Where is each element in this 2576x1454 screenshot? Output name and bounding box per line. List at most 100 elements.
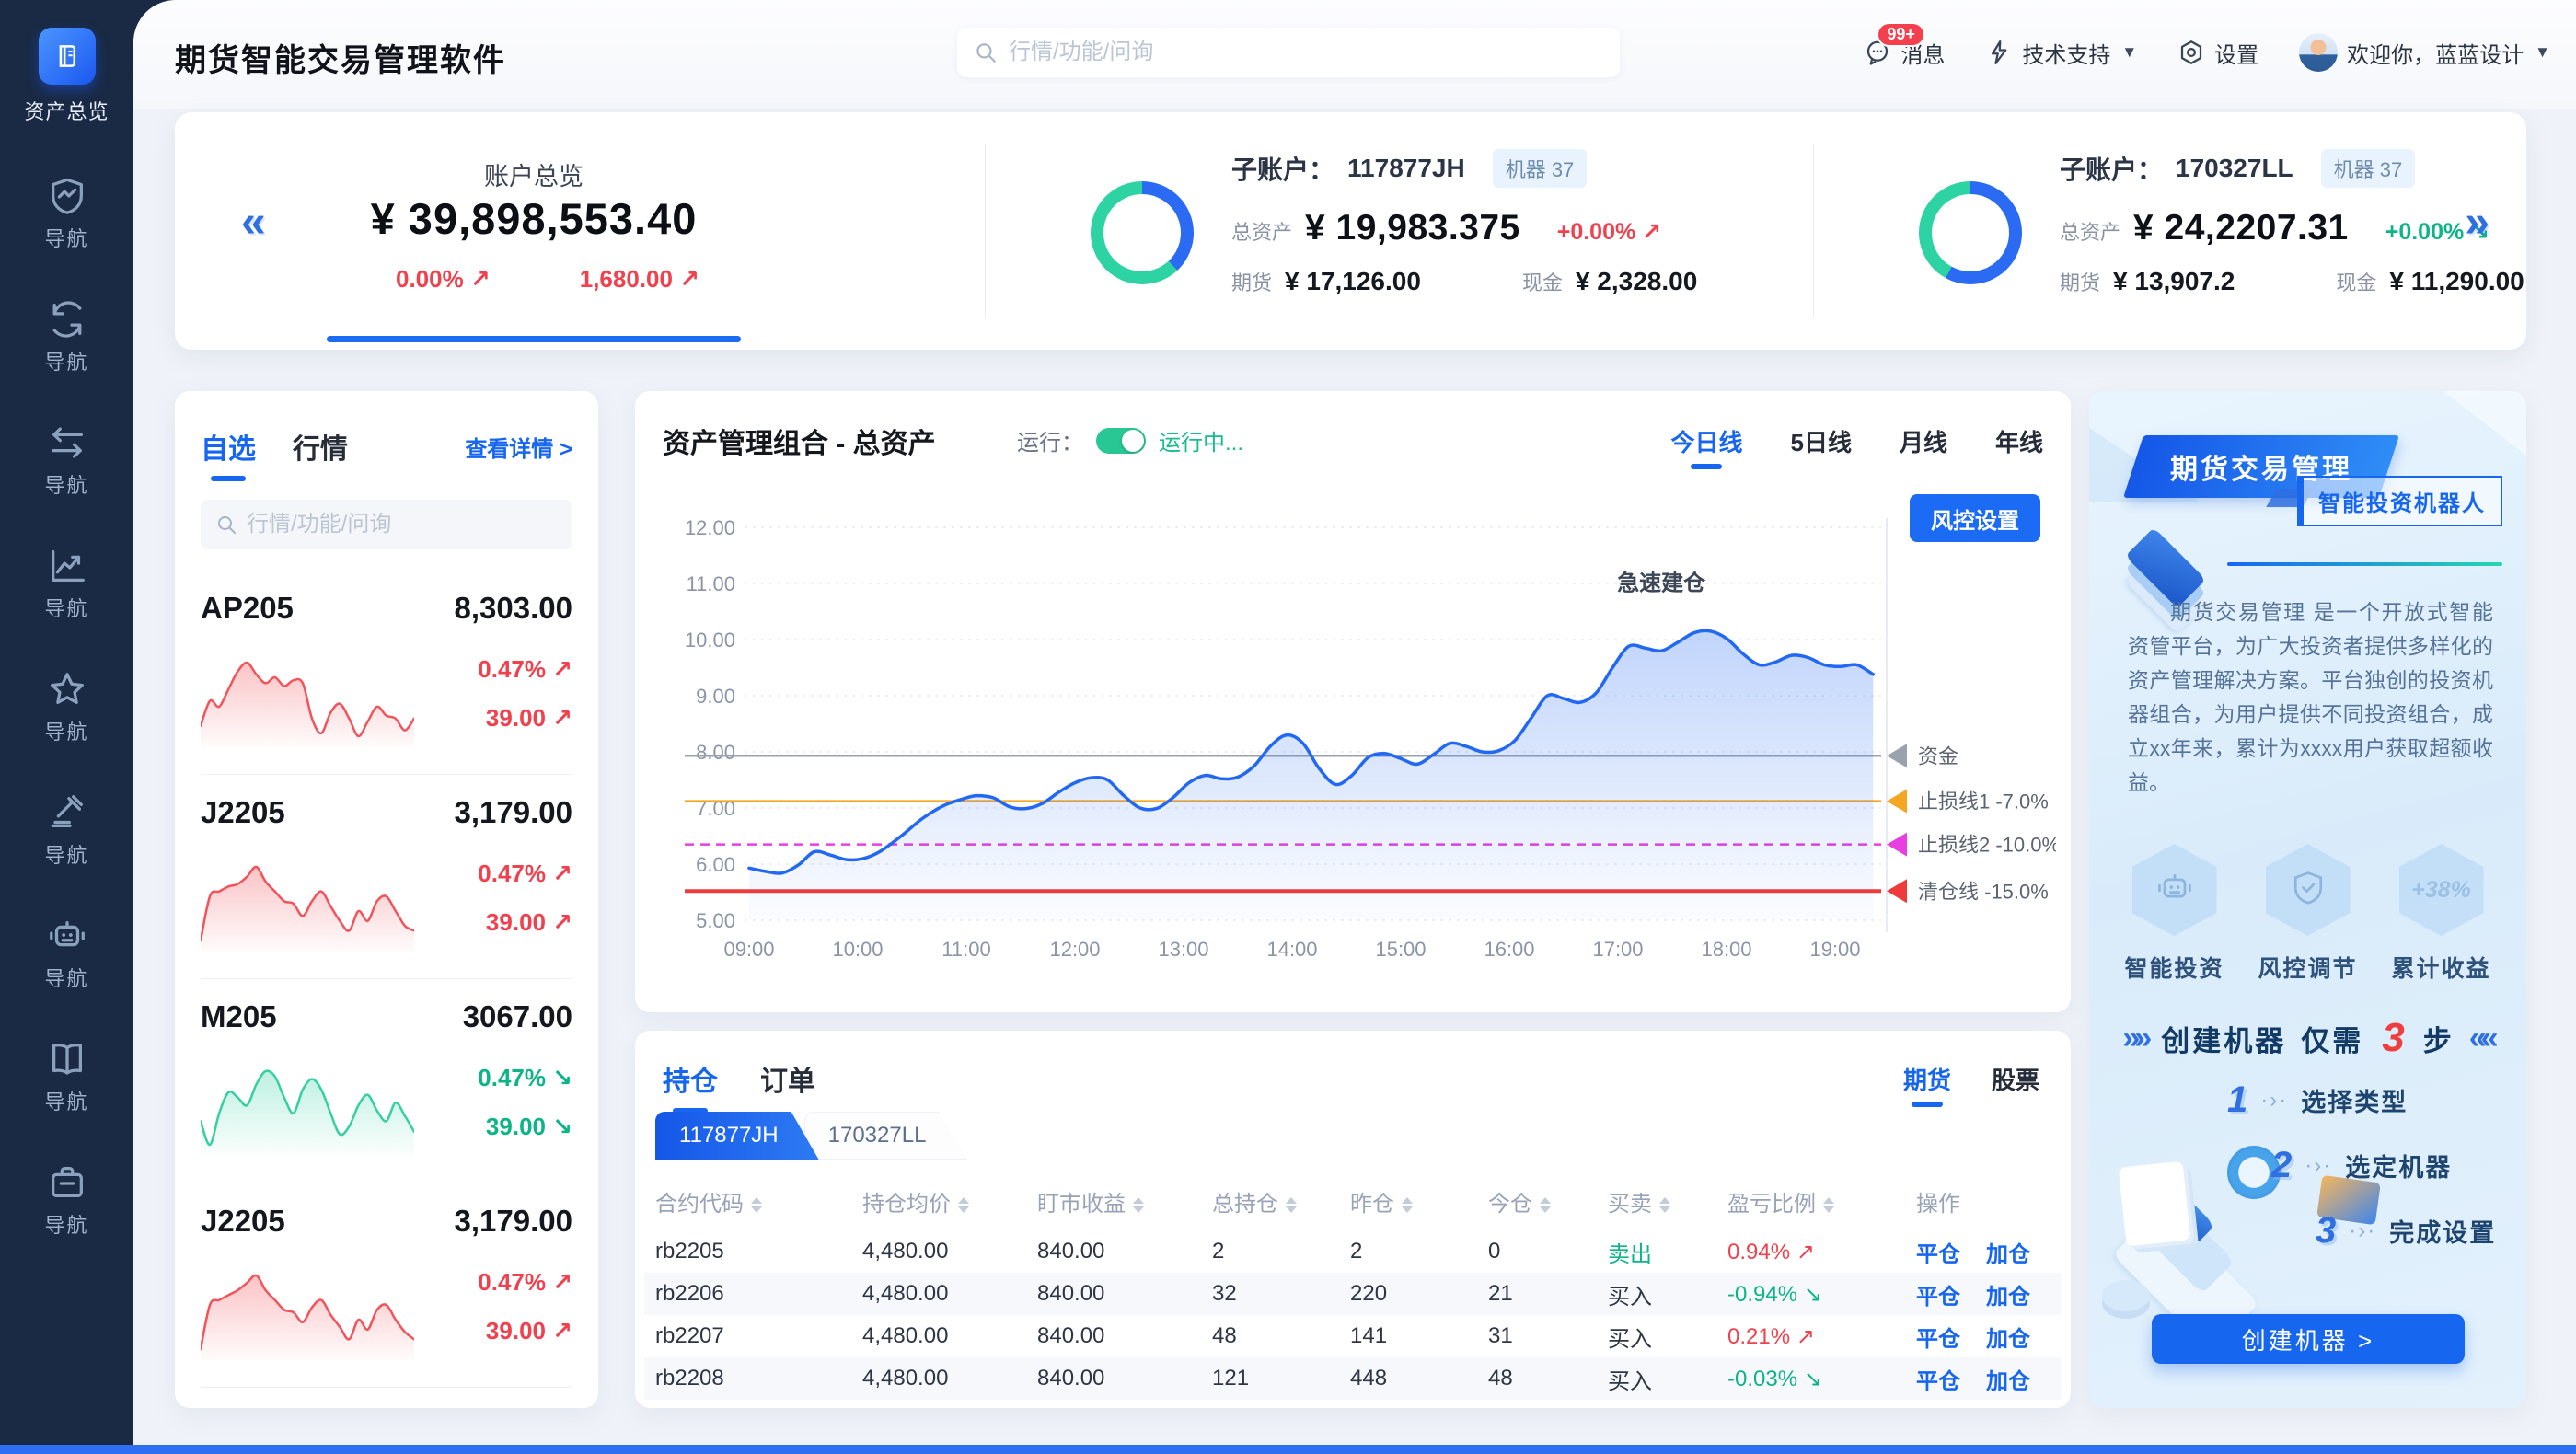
table-row[interactable]: rb22084,480.00840.0012144848买入-0.03% ↘平仓… [644, 1357, 2062, 1400]
sidebar-item-6[interactable]: 导航 [0, 791, 133, 869]
tab-futures[interactable]: 期货 [1903, 1062, 1951, 1096]
column-header[interactable]: 盈亏比例 [1716, 1178, 1905, 1230]
feature-label: 风控调节 [2258, 951, 2357, 984]
column-header[interactable]: 昨仓 [1339, 1178, 1477, 1230]
watchlist-item[interactable]: AP2058,303.000.47% ↗39.00 ↗ [201, 571, 572, 775]
unread-badge: 99+ [1877, 22, 1925, 47]
sidebar-item-8[interactable]: 导航 [0, 1038, 133, 1115]
svg-text:17:00: 17:00 [1592, 938, 1643, 961]
account-tab-170327LL[interactable]: 170327LL [804, 1112, 967, 1160]
sort-icon[interactable] [1659, 1197, 1670, 1213]
sidebar-item-4[interactable]: 导航 [0, 545, 133, 622]
close-position-link[interactable]: 平仓 [1916, 1369, 1960, 1394]
add-position-link[interactable]: 加仓 [1986, 1285, 2030, 1310]
sort-icon[interactable] [1823, 1197, 1834, 1213]
watchlist-item[interactable]: J22053,179.000.47% ↗39.00 ↗ [201, 775, 572, 979]
column-header[interactable]: 合约代码 [644, 1178, 851, 1230]
sort-icon[interactable] [1402, 1197, 1413, 1213]
column-header[interactable]: 盯市收益 [1026, 1178, 1201, 1230]
messages-button[interactable]: 99+ 消息 [1864, 37, 1945, 69]
tab-positions[interactable]: 持仓 [663, 1058, 718, 1099]
cash-amount: ¥ 11,290.00 [2389, 267, 2524, 296]
contract-change-value: 39.00 ↗ [486, 1317, 572, 1345]
chart-tab-4[interactable]: 年线 [1995, 424, 2043, 458]
svg-text:6.00: 6.00 [696, 853, 735, 876]
sort-icon[interactable] [958, 1197, 969, 1213]
column-header[interactable]: 总持仓 [1201, 1178, 1339, 1230]
tab-stocks[interactable]: 股票 [1992, 1062, 2039, 1096]
column-header[interactable]: 今仓 [1477, 1178, 1597, 1230]
sidebar-item-3[interactable]: 导航 [0, 421, 133, 499]
add-position-link[interactable]: 加仓 [1986, 1327, 2030, 1352]
column-header[interactable]: 买卖 [1597, 1178, 1716, 1230]
sparkline-chart [201, 644, 414, 751]
carousel-next-icon[interactable]: » [2465, 201, 2489, 245]
cell-code: rb2206 [644, 1273, 851, 1315]
chart-tab-3[interactable]: 月线 [1900, 424, 1947, 458]
tab-quotes[interactable]: 行情 [293, 426, 348, 467]
user-menu[interactable]: 欢迎你，蓝蓝设计 ▼ [2299, 33, 2550, 72]
close-position-link[interactable]: 平仓 [1916, 1285, 1960, 1310]
svg-text:5.00: 5.00 [696, 909, 735, 932]
add-position-link[interactable]: 加仓 [1986, 1369, 2030, 1394]
svg-text:12:00: 12:00 [1049, 938, 1100, 961]
cell-ratio: 0.21% ↗ [1716, 1315, 1905, 1357]
svg-text:止损线1 -7.0%: 止损线1 -7.0% [1918, 790, 2049, 814]
watchlist-search[interactable] [201, 500, 572, 549]
cell-total: 48 [1201, 1315, 1339, 1357]
sidebar-item-9[interactable]: 导航 [0, 1161, 133, 1239]
svg-text:急速建仓: 急速建仓 [1617, 570, 1706, 595]
sidebar-item-2[interactable]: 导航 [0, 298, 133, 375]
app-logo-icon[interactable] [39, 28, 96, 85]
sort-icon[interactable] [1133, 1197, 1144, 1213]
svg-text:13:00: 13:00 [1158, 938, 1208, 961]
divider [985, 144, 986, 318]
table-row[interactable]: rb22064,480.00840.003222021买入-0.94% ↘平仓加… [644, 1273, 2062, 1315]
watchlist-item[interactable]: J22053,179.000.47% ↗39.00 ↗ [201, 1183, 572, 1388]
create-robot-button[interactable]: 创建机器 > [2152, 1314, 2465, 1364]
svg-text:8.00: 8.00 [696, 741, 735, 764]
overview-total-amount: ¥ 39,898,553.40 [327, 193, 741, 244]
watchlist-item[interactable]: M2053067.000.47% ↘39.00 ↘ [201, 979, 572, 1183]
support-menu[interactable]: 技术支持 ▼ [1985, 37, 2137, 69]
chart-tab-1[interactable]: 今日线 [1670, 424, 1742, 458]
carousel-prev-icon[interactable]: « [241, 201, 266, 245]
table-row[interactable]: rb22054,480.00840.00220卖出0.94% ↗平仓加仓 [644, 1230, 2062, 1273]
view-details-link[interactable]: 查看详情 > [465, 431, 572, 463]
global-search[interactable] [957, 28, 1620, 77]
column-header: 操作 [1905, 1178, 2062, 1230]
table-row[interactable]: rb22074,480.00840.004814131买入0.21% ↗平仓加仓 [644, 1315, 2062, 1357]
sidebar-item-1[interactable]: 导航 [0, 175, 133, 252]
run-toggle[interactable] [1096, 428, 1146, 454]
close-position-link[interactable]: 平仓 [1916, 1242, 1960, 1267]
global-search-input[interactable] [1009, 40, 1603, 65]
sidebar-item-label: 导航 [0, 1209, 133, 1239]
cell-today: 48 [1477, 1357, 1597, 1400]
watchlist-search-input[interactable] [247, 512, 558, 537]
chart-tab-2[interactable]: 5日线 [1791, 424, 1852, 458]
column-header[interactable]: 持仓均价 [851, 1178, 1026, 1230]
contract-change-value: 39.00 ↗ [486, 908, 572, 937]
close-position-link[interactable]: 平仓 [1916, 1327, 1960, 1352]
tab-orders[interactable]: 订单 [760, 1058, 815, 1099]
account-tab-117877JH[interactable]: 117877JH [655, 1112, 819, 1160]
sidebar-item-5[interactable]: 导航 [0, 668, 133, 745]
steps-heading: »» 创建机器 仅需 3 步 «« [2089, 1015, 2526, 1061]
main-content: 期货智能交易管理软件 99+ 消息 技术支持 ▼ 设置 [133, 0, 2576, 1445]
watchlist-item[interactable]: RB22054,480.000.47% ↗39.00 ↗ [201, 1388, 572, 1408]
risk-settings-button[interactable]: 风控设置 [1910, 494, 2040, 542]
sidebar-item-label: 导航 [0, 593, 133, 622]
sort-icon[interactable] [751, 1197, 762, 1213]
sort-icon[interactable] [1540, 1197, 1551, 1213]
sidebar-item-7[interactable]: 导航 [0, 915, 133, 992]
topbar-actions: 99+ 消息 技术支持 ▼ 设置 欢迎你，蓝蓝设计 ▼ [1864, 26, 2550, 79]
sparkline-chart [201, 1053, 414, 1160]
add-position-link[interactable]: 加仓 [1986, 1242, 2030, 1267]
contract-price: 3067.00 [463, 999, 572, 1034]
search-icon [215, 514, 237, 536]
settings-button[interactable]: 设置 [2177, 37, 2258, 69]
svg-text:19:00: 19:00 [1809, 938, 1860, 961]
tab-watchlist[interactable]: 自选 [201, 426, 256, 467]
sort-icon[interactable] [1286, 1197, 1297, 1213]
asset-donut [1091, 181, 1194, 284]
